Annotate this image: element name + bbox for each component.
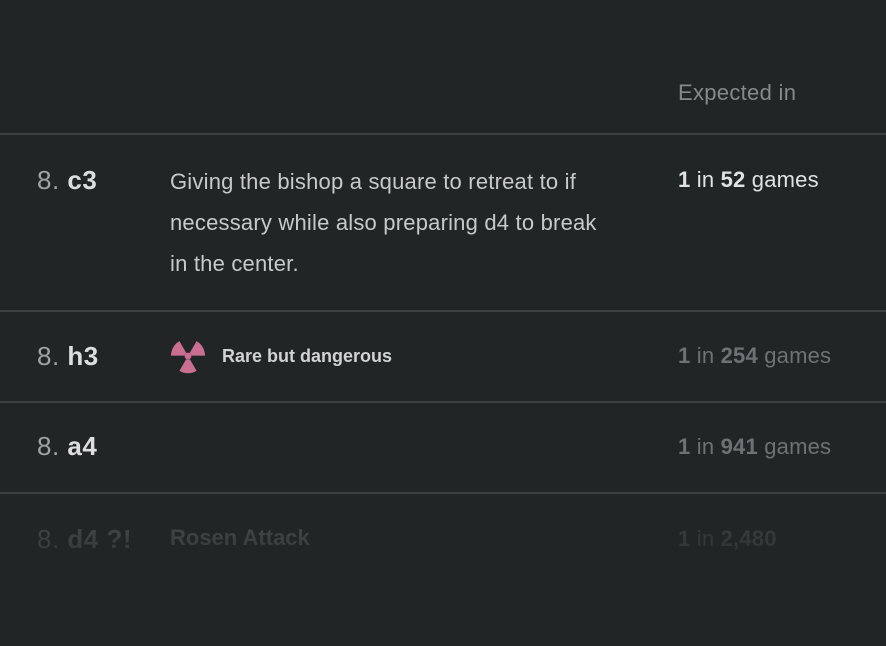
move-san: a4 [67, 431, 98, 461]
frequency-games: games [764, 343, 832, 368]
move-row[interactable]: 8. h3 Rare but dangerous 1 in 254 games [0, 312, 886, 403]
move-notation: 8. h3 [37, 341, 99, 372]
frequency-in: in [696, 434, 715, 459]
frequency-games: games [751, 167, 819, 192]
move-san: h3 [67, 341, 99, 371]
opening-name: Rosen Attack [170, 525, 310, 550]
expected-in-column-header: Expected in [678, 80, 797, 105]
move-notation: 8. d4 ?! [37, 524, 132, 555]
move-tag: Rare but dangerous [170, 338, 392, 374]
move-annotation: ?! [106, 524, 133, 554]
move-notation: 8. c3 [37, 165, 97, 196]
move-number: 8. [37, 341, 60, 371]
move-row[interactable]: 8. c3 Giving the bishop a square to retr… [0, 135, 886, 312]
move-description: Giving the bishop a square to retreat to… [170, 169, 597, 276]
move-number: 8. [37, 524, 60, 554]
frequency-games: games [764, 434, 832, 459]
frequency-in: in [696, 343, 715, 368]
move-frequency: 1 in 52 games [678, 167, 819, 193]
move-frequency: 1 in 941 games [678, 434, 831, 460]
frequency-count: 254 [720, 343, 758, 368]
frequency-in: in [696, 526, 715, 551]
move-number: 8. [37, 165, 60, 195]
frequency-count: 2,480 [720, 526, 777, 551]
frequency-one: 1 [678, 434, 691, 459]
frequency-in: in [696, 167, 715, 192]
tag-label: Rare but dangerous [222, 345, 393, 366]
move-number: 8. [37, 431, 60, 461]
frequency-one: 1 [678, 167, 691, 192]
move-frequency: 1 in 254 games [678, 343, 831, 369]
frequency-count: 52 [720, 167, 746, 192]
table-header: Expected in [0, 0, 886, 135]
radiation-icon [171, 341, 205, 374]
move-notation: 8. a4 [37, 431, 97, 462]
move-san: c3 [67, 165, 98, 195]
frequency-count: 941 [720, 434, 758, 459]
move-san: d4 [67, 524, 99, 554]
move-row[interactable]: 8. a4 1 in 941 games [0, 403, 886, 494]
move-frequency: 1 in 2,480 [678, 526, 777, 552]
frequency-one: 1 [678, 343, 691, 368]
frequency-one: 1 [678, 526, 691, 551]
move-tag: Rosen Attack [170, 525, 310, 551]
move-row[interactable]: 8. d4 ?! Rosen Attack 1 in 2,480 [0, 494, 886, 594]
